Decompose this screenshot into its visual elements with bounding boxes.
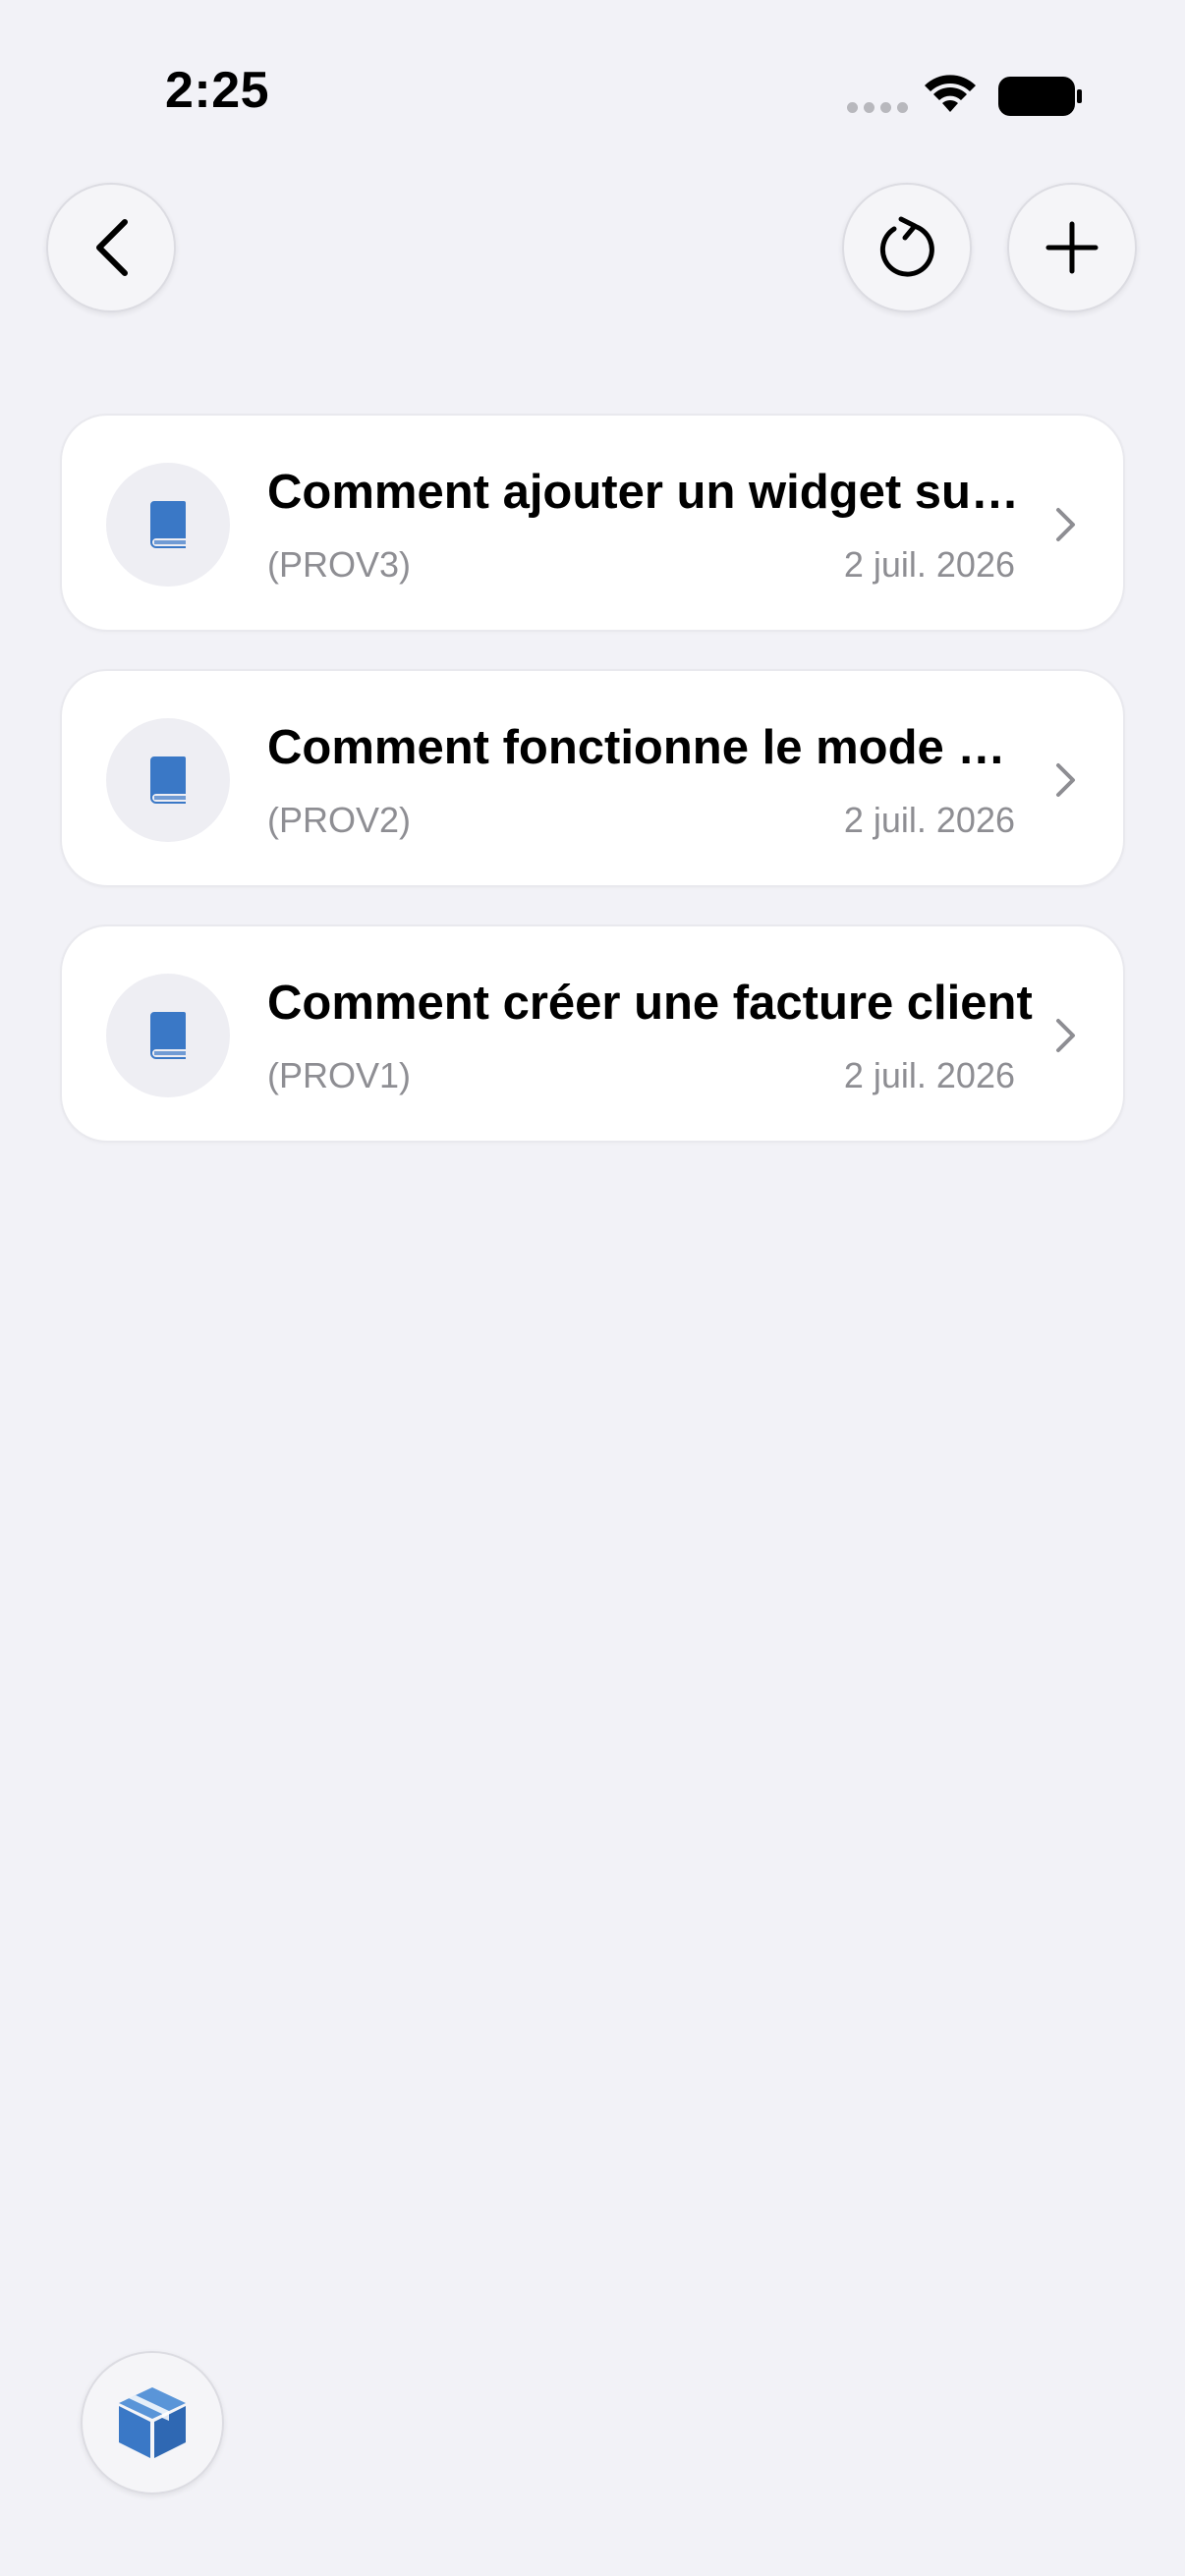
item-icon-container xyxy=(106,718,230,842)
refresh-button[interactable] xyxy=(842,183,972,312)
book-icon xyxy=(150,1012,186,1059)
item-title: Comment fonctionne le mode hors ligne xyxy=(267,721,1034,774)
chevron-right-icon xyxy=(1056,508,1075,541)
book-icon xyxy=(150,756,186,804)
book-icon xyxy=(150,501,186,548)
item-title: Comment ajouter un widget sur l'écran d'… xyxy=(267,466,1034,519)
list-item[interactable]: Comment ajouter un widget sur l'écran d'… xyxy=(60,414,1125,632)
list-item[interactable]: Comment créer une facture client (PROV1)… xyxy=(60,924,1125,1143)
status-time: 2:25 xyxy=(165,62,270,119)
item-date: 2 juil. 2026 xyxy=(843,1055,1015,1095)
box-icon xyxy=(119,2387,186,2458)
chevron-left-icon xyxy=(96,219,128,276)
item-title: Comment créer une facture client xyxy=(267,977,1033,1030)
item-icon-container xyxy=(106,974,230,1097)
plus-icon xyxy=(1045,221,1099,274)
item-date: 2 juil. 2026 xyxy=(843,800,1015,840)
add-button[interactable] xyxy=(1007,183,1137,312)
status-bar: 2:25 xyxy=(0,0,1185,147)
refresh-icon xyxy=(879,216,934,277)
item-code: (PROV1) xyxy=(267,1055,412,1095)
item-code: (PROV3) xyxy=(267,544,412,585)
box-button[interactable] xyxy=(81,2351,224,2494)
signal-dots-icon xyxy=(847,102,908,113)
back-button[interactable] xyxy=(46,183,176,312)
list-item[interactable]: Comment fonctionne le mode hors ligne (P… xyxy=(60,669,1125,887)
guide-list: Comment ajouter un widget sur l'écran d'… xyxy=(60,414,1125,1180)
item-code: (PROV2) xyxy=(267,800,412,840)
chevron-right-icon xyxy=(1056,1019,1075,1052)
item-icon-container xyxy=(106,463,230,587)
item-date: 2 juil. 2026 xyxy=(843,544,1015,585)
battery-icon xyxy=(998,77,1082,116)
wifi-icon xyxy=(925,75,976,112)
chevron-right-icon xyxy=(1056,763,1075,797)
